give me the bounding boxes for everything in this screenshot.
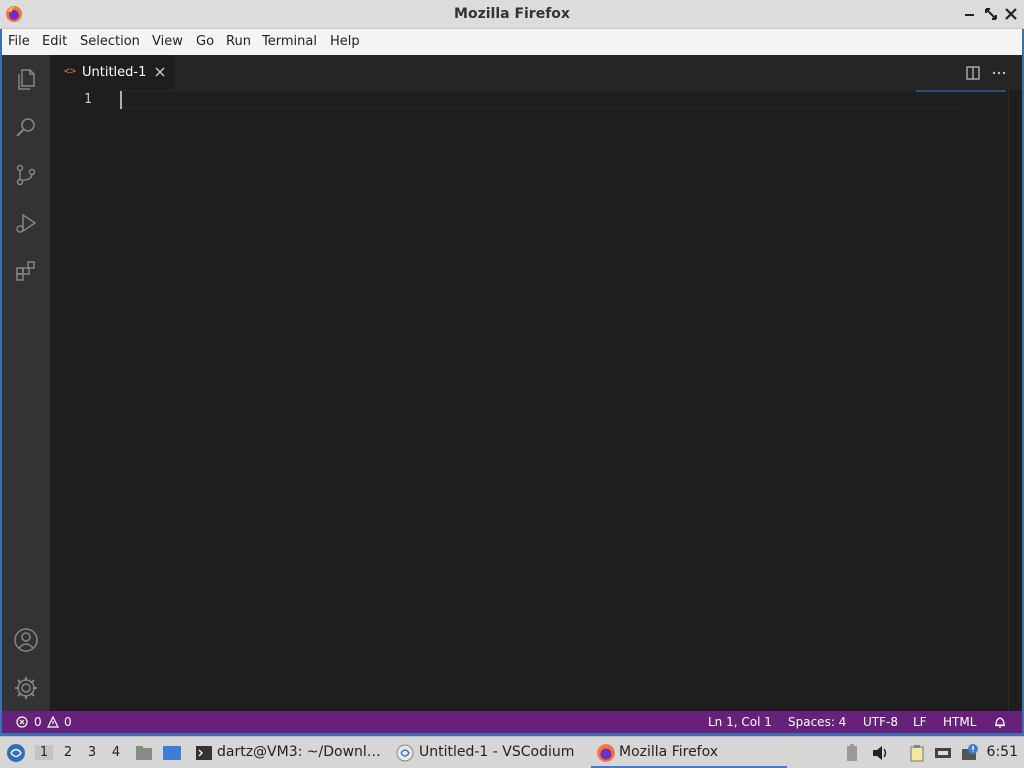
workspace-3[interactable]: 3	[83, 745, 101, 760]
close-icon[interactable]	[153, 65, 167, 79]
window-titlebar[interactable]: Mozilla Firefox	[0, 0, 1024, 29]
taskbar: 1 2 3 4 dartz@VM3: ~/Downl… Untitled-1 -…	[0, 736, 1024, 768]
line-ending[interactable]: LF	[913, 715, 927, 729]
menu-selection[interactable]: Selection	[80, 34, 140, 49]
search-icon	[16, 118, 35, 137]
source-control-button[interactable]	[2, 151, 50, 199]
clock[interactable]: 6:51	[987, 744, 1018, 760]
menu-edit[interactable]: Edit	[42, 34, 67, 49]
task-label: dartz@VM3: ~/Downl…	[217, 744, 381, 760]
menu-help[interactable]: Help	[330, 34, 360, 49]
maximize-icon[interactable]	[983, 6, 999, 22]
menu-go[interactable]: Go	[196, 34, 214, 49]
task-firefox[interactable]: Mozilla Firefox	[591, 737, 787, 768]
run-debug-button[interactable]	[2, 199, 50, 247]
menu-run[interactable]: Run	[226, 34, 251, 49]
gear-icon	[15, 677, 37, 699]
warning-icon[interactable]	[47, 716, 59, 728]
network-icon[interactable]	[934, 744, 952, 762]
activity-bar	[2, 55, 50, 711]
start-menu-icon[interactable]	[6, 743, 26, 763]
account-icon	[14, 628, 38, 652]
bell-icon[interactable]	[993, 715, 1007, 729]
current-line-highlight	[120, 90, 960, 108]
html-file-icon: <>	[64, 66, 77, 77]
menu-terminal[interactable]: Terminal	[262, 34, 317, 49]
menu-view[interactable]: View	[152, 34, 183, 49]
files-icon	[18, 69, 35, 90]
manage-button[interactable]	[2, 664, 50, 712]
task-vscodium[interactable]: Untitled-1 - VSCodium	[393, 737, 583, 768]
encoding[interactable]: UTF-8	[863, 715, 898, 729]
accounts-button[interactable]	[2, 616, 50, 664]
tab-untitled-1[interactable]: <> Untitled-1	[50, 55, 175, 90]
vscodium-icon	[396, 744, 414, 762]
error-count[interactable]: 0	[34, 715, 42, 729]
terminal-icon	[196, 746, 212, 760]
extensions-icon	[16, 261, 35, 281]
clipboard-icon[interactable]	[908, 744, 926, 762]
split-editor-icon[interactable]	[965, 65, 981, 81]
volume-icon[interactable]	[871, 744, 889, 762]
workspace-4[interactable]: 4	[107, 745, 125, 760]
run-debug-icon	[16, 213, 37, 233]
task-terminal[interactable]: dartz@VM3: ~/Downl…	[192, 737, 387, 768]
status-bar: 0 0 Ln 1, Col 1 Spaces: 4 UTF-8 LF HTML	[2, 711, 1022, 733]
extensions-button[interactable]	[2, 247, 50, 295]
task-label: Mozilla Firefox	[619, 744, 719, 760]
workspace-1[interactable]: 1	[35, 745, 53, 760]
close-icon[interactable]	[1003, 6, 1019, 22]
show-desktop-icon[interactable]	[162, 743, 182, 763]
indentation[interactable]: Spaces: 4	[788, 715, 846, 729]
error-icon[interactable]	[16, 716, 28, 728]
vertical-scrollbar[interactable]	[1008, 90, 1009, 711]
minimize-icon[interactable]	[962, 6, 978, 22]
minimap-slider[interactable]	[916, 90, 1006, 92]
more-actions-icon[interactable]	[991, 65, 1007, 81]
tab-label: Untitled-1	[82, 65, 147, 80]
menu-file[interactable]: File	[8, 34, 30, 49]
language-mode[interactable]: HTML	[943, 715, 976, 729]
file-manager-icon[interactable]	[134, 743, 154, 763]
firefox-icon	[597, 744, 615, 762]
source-control-icon	[16, 164, 36, 186]
window-title: Mozilla Firefox	[454, 6, 570, 22]
notification-icon[interactable]	[961, 744, 979, 762]
cursor-position[interactable]: Ln 1, Col 1	[708, 715, 772, 729]
menu-bar: File Edit Selection View Go Run Terminal…	[2, 29, 1022, 55]
warning-count[interactable]: 0	[64, 715, 72, 729]
task-label: Untitled-1 - VSCodium	[419, 744, 575, 760]
text-cursor	[120, 91, 122, 109]
editor-tab-bar: <> Untitled-1	[50, 55, 1022, 90]
editor-area[interactable]: 1	[50, 90, 1022, 711]
search-button[interactable]	[2, 103, 50, 151]
line-number: 1	[84, 92, 92, 107]
battery-icon[interactable]	[843, 744, 861, 762]
workspace-2[interactable]: 2	[59, 745, 77, 760]
explorer-button[interactable]	[2, 55, 50, 103]
